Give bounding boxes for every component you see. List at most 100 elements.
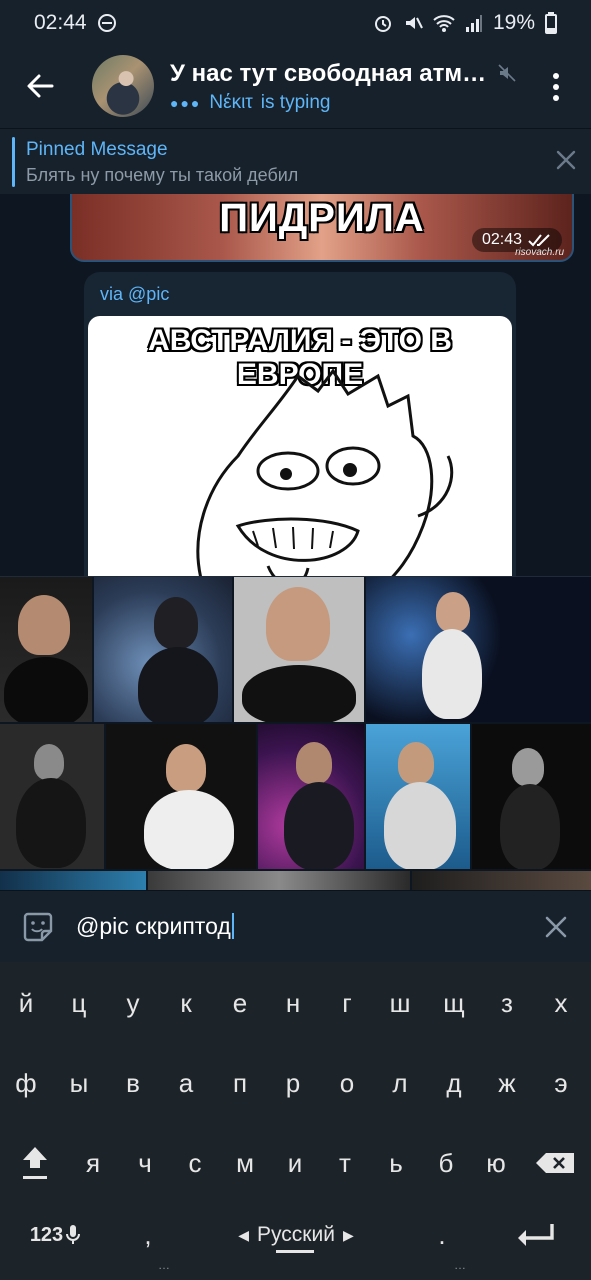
person-silhouette	[384, 782, 456, 869]
key[interactable]: и	[270, 1138, 320, 1188]
clock: 02:44	[34, 11, 87, 34]
person-silhouette	[144, 790, 234, 869]
key[interactable]: м	[220, 1138, 270, 1188]
enter-icon	[518, 1224, 554, 1246]
person-silhouette	[436, 592, 470, 632]
pinned-indicator	[12, 137, 15, 187]
key[interactable]: а	[162, 1058, 210, 1108]
result-photo[interactable]	[412, 871, 591, 890]
close-icon[interactable]	[555, 149, 577, 171]
image-message[interactable]: ПИДРИЛА 02:43 risovach.ru	[70, 194, 574, 262]
chat-header: У нас тут свободная атм… ●●● Nέκιτ is ty…	[0, 46, 591, 128]
via-bot-label: via @pic	[100, 284, 169, 305]
back-arrow-icon[interactable]	[22, 68, 58, 104]
key[interactable]: г	[323, 978, 371, 1028]
person-silhouette	[512, 748, 544, 786]
language-next-icon: ▶	[342, 1226, 354, 1243]
keyboard-row-3: я ч с м и т ь б ю	[0, 1138, 591, 1194]
watermark: risovach.ru	[515, 247, 564, 258]
person-silhouette	[422, 629, 482, 719]
via-bot-link[interactable]: @pic	[128, 284, 169, 304]
period-key[interactable]: .	[418, 1210, 466, 1260]
via-prefix: via	[100, 284, 124, 304]
message-input[interactable]: @pic скриптод	[76, 913, 234, 940]
key[interactable]: ц	[55, 978, 103, 1028]
on-screen-keyboard: й ц у к е н г ш щ з х ф ы в а п р о л д …	[0, 962, 591, 1280]
key[interactable]: щ	[430, 978, 478, 1028]
result-photo[interactable]	[94, 577, 232, 722]
key[interactable]: э	[537, 1058, 585, 1108]
key[interactable]: у	[109, 978, 157, 1028]
key[interactable]: б	[421, 1138, 471, 1188]
result-photo[interactable]	[0, 871, 146, 890]
key[interactable]: с	[170, 1138, 220, 1188]
pinned-title: Pinned Message	[26, 139, 168, 160]
chat-avatar[interactable]	[92, 55, 154, 117]
key[interactable]: р	[269, 1058, 317, 1108]
meme-image[interactable]: АВСТРАЛИЯ - ЭТО В ЕВРОПЕ	[88, 316, 512, 576]
key[interactable]: в	[109, 1058, 157, 1108]
key[interactable]: ф	[2, 1058, 50, 1108]
person-silhouette	[18, 595, 70, 655]
person-silhouette	[166, 744, 206, 792]
pinned-message-bar[interactable]: Pinned Message Блять ну почему ты такой …	[0, 128, 591, 194]
key[interactable]: ы	[55, 1058, 103, 1108]
more-symbols-indicator: …	[158, 1258, 171, 1272]
person-silhouette	[34, 744, 64, 780]
language-prev-icon: ◀	[238, 1226, 250, 1243]
more-vert-icon[interactable]	[546, 70, 566, 104]
backspace-key[interactable]	[528, 1138, 582, 1188]
do-not-disturb-icon	[97, 14, 116, 32]
key[interactable]: е	[216, 978, 264, 1028]
key[interactable]: д	[430, 1058, 478, 1108]
result-photo[interactable]	[366, 577, 591, 722]
keyboard-row-1: й ц у к е н г ш щ з х	[0, 978, 591, 1034]
rage-face-drawing	[196, 368, 454, 576]
result-photo[interactable]	[234, 577, 364, 722]
key[interactable]: ь	[371, 1138, 421, 1188]
battery-percent: 19%	[492, 11, 535, 34]
key[interactable]: н	[269, 978, 317, 1028]
clear-icon[interactable]	[544, 915, 568, 939]
result-photo[interactable]	[258, 724, 364, 869]
key[interactable]: ж	[483, 1058, 531, 1108]
person-silhouette	[16, 778, 86, 868]
muted-icon	[498, 64, 516, 82]
key[interactable]: з	[483, 978, 531, 1028]
microphone-icon	[66, 1225, 81, 1244]
key[interactable]: я	[68, 1138, 118, 1188]
key[interactable]: ш	[376, 978, 424, 1028]
key[interactable]: п	[216, 1058, 264, 1108]
result-photo[interactable]	[0, 724, 104, 869]
key[interactable]: ю	[471, 1138, 521, 1188]
pinned-text: Блять ну почему ты такой дебил	[26, 165, 299, 185]
result-photo[interactable]	[0, 577, 92, 722]
key[interactable]: й	[2, 978, 50, 1028]
shift-key[interactable]	[10, 1138, 60, 1188]
key[interactable]: т	[320, 1138, 370, 1188]
numbers-key-label: 123	[29, 1223, 64, 1246]
key[interactable]: ч	[120, 1138, 170, 1188]
inline-bot-message[interactable]: via @pic АВСТРАЛИЯ - ЭТО В ЕВРОПЕ	[84, 272, 516, 576]
person-silhouette	[296, 742, 332, 784]
sticker-icon[interactable]	[20, 909, 56, 945]
numbers-key[interactable]: 123	[20, 1210, 90, 1260]
alarm-icon	[374, 16, 391, 32]
typing-user: Nέκιτ	[209, 92, 253, 113]
enter-key[interactable]	[500, 1210, 570, 1260]
signal-icon	[465, 15, 482, 32]
key[interactable]: л	[376, 1058, 424, 1108]
typing-status: ●●● Nέκιτ is typing	[170, 92, 331, 114]
result-photo[interactable]	[472, 724, 591, 869]
keyboard-row-4: 123 , … ◀ Русский ▶ . …	[0, 1210, 591, 1272]
person-silhouette	[398, 742, 434, 784]
key[interactable]: х	[537, 978, 585, 1028]
shift-icon	[23, 1147, 47, 1179]
key[interactable]: о	[323, 1058, 371, 1108]
result-photo[interactable]	[366, 724, 470, 869]
comma-key[interactable]: ,	[124, 1210, 172, 1260]
result-photo[interactable]	[106, 724, 256, 869]
key[interactable]: к	[162, 978, 210, 1028]
result-photo[interactable]	[148, 871, 410, 890]
chat-title[interactable]: У нас тут свободная атм…	[170, 60, 500, 88]
